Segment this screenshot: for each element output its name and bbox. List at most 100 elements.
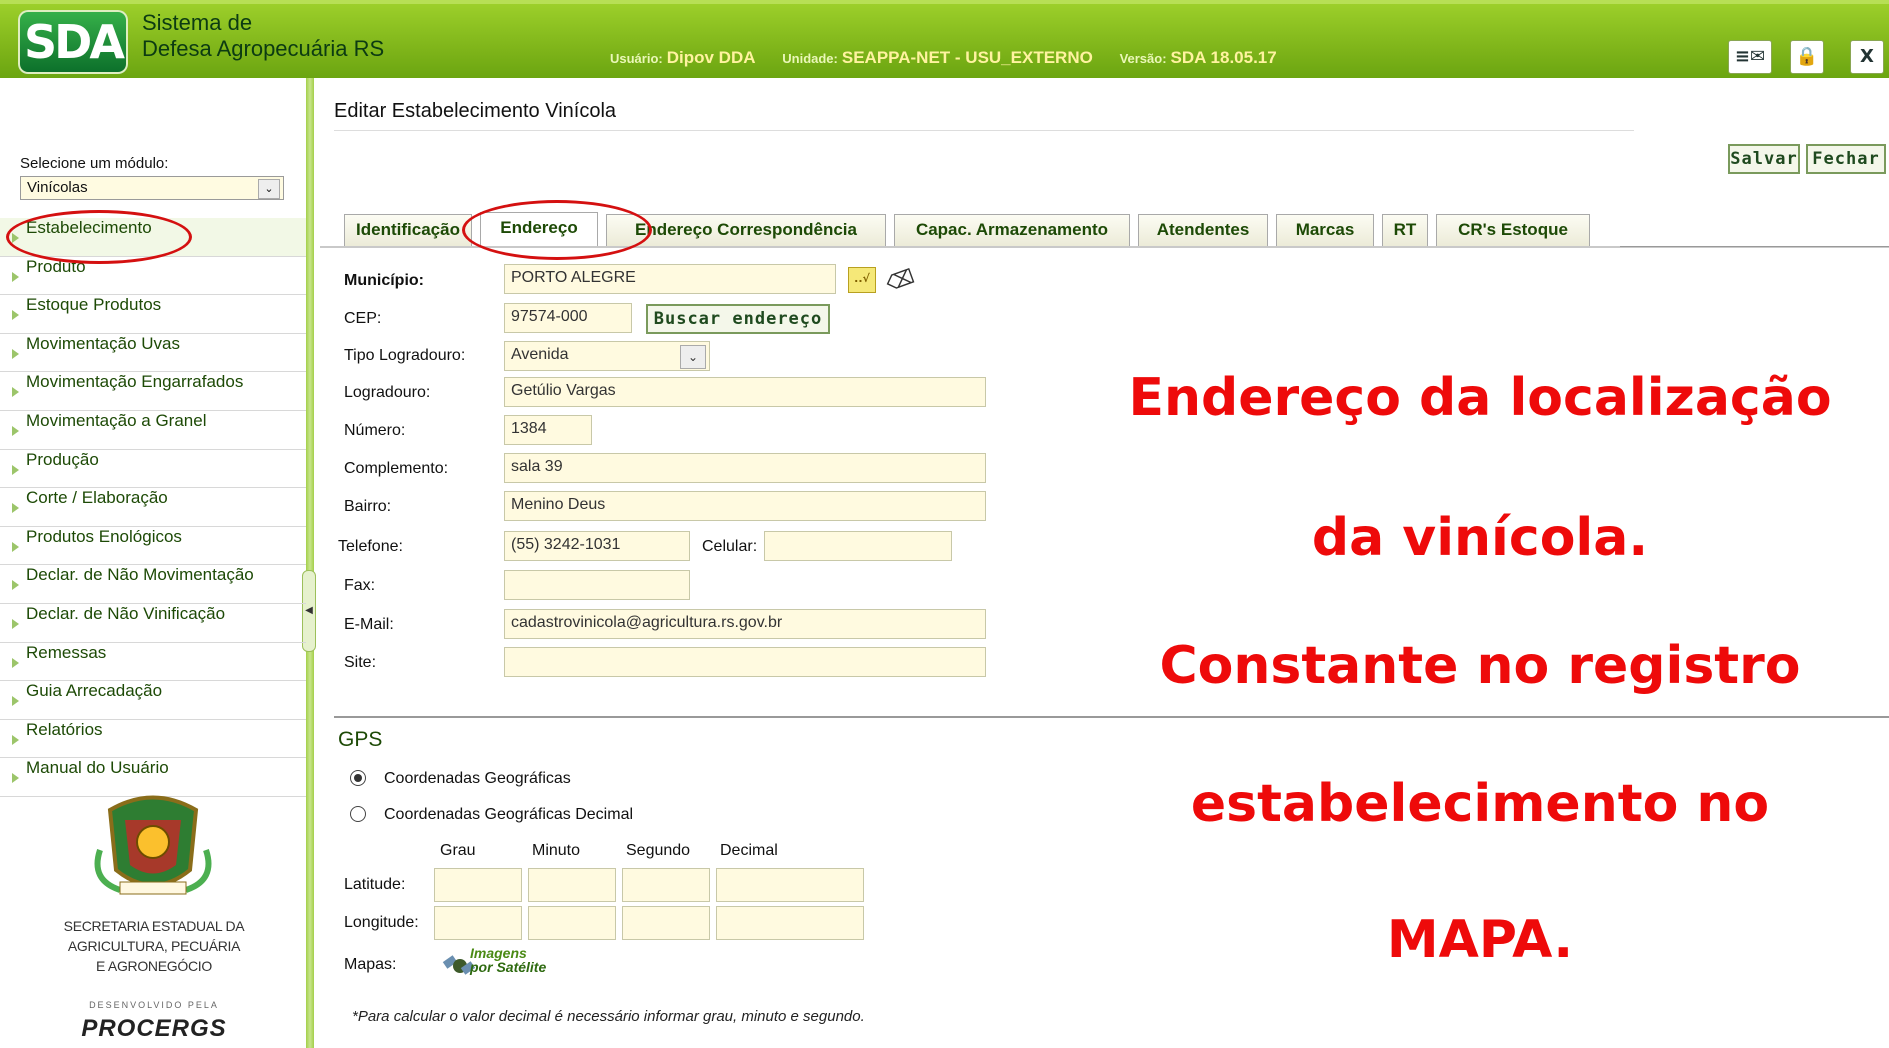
logradouro-field[interactable]: Getúlio Vargas <box>504 377 986 407</box>
fax-field[interactable] <box>504 570 690 600</box>
email-field[interactable]: cadastrovinicola@agricultura.rs.gov.br <box>504 609 986 639</box>
fax-label: Fax: <box>344 577 376 594</box>
sidebar-item-corte-elaboracao[interactable]: Corte / Elaboração <box>0 488 306 527</box>
radio-coordenadas-geograficas[interactable] <box>350 770 366 786</box>
sidebar-item-declar-nao-vinificacao[interactable]: Declar. de Não Vinificação <box>0 604 306 643</box>
site-label: Site: <box>344 654 377 671</box>
unit-label: Unidade: <box>782 51 838 66</box>
tab-identificacao[interactable]: Identificação <box>344 214 472 246</box>
mapas-label: Mapas: <box>344 956 397 973</box>
sidebar-item-guia-arrecadacao[interactable]: Guia Arrecadação <box>0 681 306 720</box>
chevron-down-icon[interactable]: ⌄ <box>258 179 280 199</box>
sidebar-item-label: Guia Arrecadação <box>26 681 163 701</box>
numero-field[interactable]: 1384 <box>504 415 592 445</box>
right-divider-bottom <box>1620 716 1889 717</box>
longitude-segundo-field[interactable] <box>622 906 710 940</box>
buscar-endereco-button[interactable]: Buscar endereço <box>646 304 830 334</box>
latitude-minuto-field[interactable] <box>528 868 616 902</box>
logradouro-label: Logradouro: <box>344 384 431 401</box>
bullet-icon <box>12 387 19 398</box>
bullet-icon <box>12 618 19 629</box>
lock-icon[interactable]: 🔒 <box>1790 40 1824 74</box>
sat-label-line2: por Satélite <box>470 959 547 975</box>
bairro-field[interactable]: Menino Deus <box>504 491 986 521</box>
latitude-segundo-field[interactable] <box>622 868 710 902</box>
highlight-oval-endereco-tab <box>462 200 652 260</box>
site-field[interactable] <box>504 647 986 677</box>
cep-field[interactable]: 97574-000 <box>504 303 632 333</box>
longitude-minuto-field[interactable] <box>528 906 616 940</box>
telefone-field[interactable]: (55) 3242-1031 <box>504 531 690 561</box>
tab-atendentes[interactable]: Atendentes <box>1138 214 1268 246</box>
sidebar-item-label: Manual do Usuário <box>26 758 169 778</box>
bullet-icon <box>12 271 19 282</box>
sidebar-item-relatorios[interactable]: Relatórios <box>0 720 306 759</box>
bullet-icon <box>12 541 19 552</box>
sidebar-item-movimentacao-granel[interactable]: Movimentação a Granel <box>0 411 306 450</box>
tab-crs-estoque[interactable]: CR's Estoque <box>1436 214 1590 246</box>
module-select-value: Vinícolas <box>27 179 88 196</box>
search-municipio-icon[interactable]: ..√ <box>848 267 876 293</box>
module-select[interactable]: Vinícolas ⌄ <box>20 176 284 200</box>
sidebar-item-label: Produção <box>26 449 99 469</box>
secretaria-text: SECRETARIA ESTADUAL DA AGRICULTURA, PECU… <box>56 916 252 976</box>
secretaria-line3: E AGRONEGÓCIO <box>96 958 212 974</box>
sidebar-item-movimentacao-uvas[interactable]: Movimentação Uvas <box>0 334 306 373</box>
municipio-field[interactable]: PORTO ALEGRE <box>504 264 836 294</box>
latitude-grau-field[interactable] <box>434 868 522 902</box>
user-value: Dipov DDA <box>666 48 756 67</box>
tab-marcas[interactable]: Marcas <box>1276 214 1374 246</box>
complemento-field[interactable]: sala 39 <box>504 453 986 483</box>
gps-title: GPS <box>338 728 383 751</box>
longitude-label: Longitude: <box>344 914 419 931</box>
chevron-down-icon[interactable]: ⌄ <box>680 345 706 369</box>
save-button[interactable]: Salvar <box>1728 144 1800 174</box>
title-divider <box>334 130 1634 131</box>
bullet-icon <box>12 425 19 436</box>
bullet-icon <box>12 734 19 745</box>
sidebar-item-label: Remessas <box>26 642 107 662</box>
version-value: SDA 18.05.17 <box>1170 48 1277 67</box>
bullet-icon <box>12 657 19 668</box>
longitude-decimal-field[interactable] <box>716 906 864 940</box>
radio-label-decimal: Coordenadas Geográficas Decimal <box>384 806 634 823</box>
sidebar-item-declar-nao-movimentacao[interactable]: Declar. de Não Movimentação <box>0 565 306 604</box>
sidebar-item-produtos-enologicos[interactable]: Produtos Enológicos <box>0 527 306 566</box>
radio-coordenadas-decimal[interactable] <box>350 806 366 822</box>
tab-rt[interactable]: RT <box>1382 214 1428 246</box>
bairro-label: Bairro: <box>344 498 392 515</box>
celular-field[interactable] <box>764 531 952 561</box>
user-label: Usuário: <box>610 51 663 66</box>
sidebar-item-label: Declar. de Não Movimentação <box>26 565 254 585</box>
sidebar-item-produto[interactable]: Produto <box>0 257 306 296</box>
sidebar-item-label: Movimentação Uvas <box>26 333 181 353</box>
sidebar-item-label: Declar. de Não Vinificação <box>26 603 226 623</box>
tipo-logradouro-label: Tipo Logradouro: <box>344 347 466 364</box>
version-label: Versão: <box>1119 51 1167 66</box>
developed-by-text: DESENVOLVIDO PELA <box>89 1000 219 1010</box>
annotation-line1: Endereço da localização <box>1128 368 1832 428</box>
sidebar-item-movimentacao-engarrafados[interactable]: Movimentação Engarrafados <box>0 372 306 411</box>
sidebar-item-producao[interactable]: Produção <box>0 450 306 489</box>
eraser-icon[interactable]: ⌫ <box>883 264 918 296</box>
sda-logo: SDA <box>18 10 128 74</box>
sidebar-item-estoque-produtos[interactable]: Estoque Produtos <box>0 295 306 334</box>
celular-label: Celular: <box>702 538 758 555</box>
municipio-label: Município: <box>344 272 424 289</box>
latitude-decimal-field[interactable] <box>716 868 864 902</box>
telefone-label: Telefone: <box>338 538 403 555</box>
sidebar-divider <box>306 78 314 1048</box>
messages-icon[interactable]: ≡✉ <box>1728 40 1772 74</box>
sidebar-item-label: Corte / Elaboração <box>26 488 168 508</box>
sidebar-item-remessas[interactable]: Remessas <box>0 643 306 682</box>
bullet-icon <box>12 580 19 591</box>
close-button[interactable]: Fechar <box>1806 144 1886 174</box>
sidebar-item-label: Estoque Produtos <box>26 295 162 315</box>
tab-capac-armazenamento[interactable]: Capac. Armazenamento <box>894 214 1130 246</box>
close-icon[interactable]: X <box>1850 40 1884 74</box>
annotation-line5: MAPA. <box>1386 910 1574 970</box>
longitude-grau-field[interactable] <box>434 906 522 940</box>
procergs-logo: PROCERGS <box>81 1015 227 1042</box>
tipo-logradouro-select[interactable]: Avenida ⌄ <box>504 341 710 371</box>
module-menu: Estabelecimento Produto Estoque Produtos… <box>0 218 306 797</box>
